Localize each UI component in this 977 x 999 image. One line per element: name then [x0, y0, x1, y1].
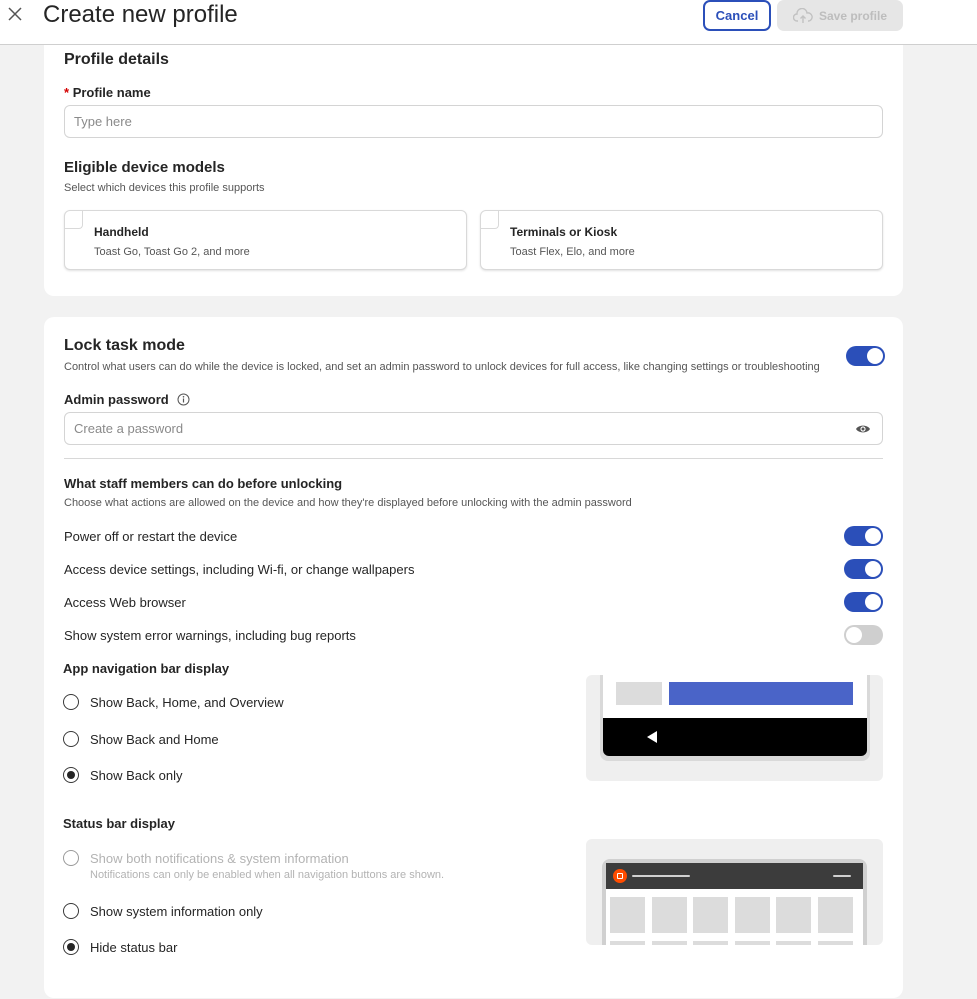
toggle-knob — [865, 528, 881, 544]
status-radio-hide[interactable] — [63, 939, 79, 955]
eligible-devices-heading: Eligible device models — [64, 159, 225, 176]
preview-tile — [610, 941, 645, 945]
admin-password-field-wrapper — [64, 412, 883, 445]
device-option-terminals-kiosk[interactable]: Terminals or Kiosk Toast Flex, Elo, and … — [480, 210, 883, 270]
info-icon[interactable] — [177, 393, 190, 406]
nav-radio-back-home[interactable] — [63, 731, 79, 747]
back-triangle-icon — [647, 731, 657, 743]
toast-logo-icon — [613, 869, 627, 883]
staff-action-label: Show system error warnings, including bu… — [64, 628, 356, 643]
profile-name-label: * Profile name — [64, 85, 151, 100]
device-frame — [600, 675, 870, 761]
toggle-knob — [865, 594, 881, 610]
staff-action-label: Access device settings, including Wi-fi,… — [64, 562, 415, 577]
section-divider — [64, 458, 883, 459]
nav-bar-heading: App navigation bar display — [63, 661, 230, 676]
status-line-left — [632, 875, 690, 877]
staff-action-label: Power off or restart the device — [64, 529, 238, 544]
status-radio-system-only[interactable] — [63, 903, 79, 919]
tablet-frame — [602, 859, 867, 945]
admin-password-input[interactable] — [65, 413, 882, 444]
required-mark: * — [64, 85, 70, 100]
preview-tile — [776, 941, 811, 945]
preview-tile — [735, 897, 770, 933]
preview-tile — [652, 941, 687, 945]
preview-tile — [610, 897, 645, 933]
preview-tile — [693, 897, 728, 933]
save-profile-button[interactable]: Save profile — [777, 0, 903, 31]
staff-actions-heading: What staff members can do before unlocki… — [64, 476, 343, 491]
nav-option-label[interactable]: Show Back only — [90, 768, 183, 783]
toggle-knob — [867, 348, 883, 364]
toggle-knob — [865, 561, 881, 577]
preview-tile — [652, 897, 687, 933]
cancel-button[interactable]: Cancel — [703, 0, 771, 31]
preview-status-bar — [606, 863, 863, 889]
save-profile-label: Save profile — [818, 8, 888, 23]
status-radio-both — [63, 850, 79, 866]
nav-radio-back-only[interactable] — [63, 767, 79, 783]
toggle-knob — [846, 627, 862, 643]
admin-password-label-text: Admin password — [64, 392, 169, 407]
terminals-kiosk-title: Terminals or Kiosk — [510, 225, 618, 239]
staff-action-label: Access Web browser — [64, 595, 186, 610]
eye-icon[interactable] — [855, 423, 871, 435]
preview-tile — [693, 941, 728, 945]
nav-bar-preview — [586, 675, 883, 781]
status-option-label[interactable]: Show system information only — [90, 904, 263, 919]
preview-nav-bar — [603, 718, 867, 756]
web-browser-toggle[interactable] — [844, 592, 883, 612]
staff-actions-subtitle: Choose what actions are allowed on the d… — [64, 497, 632, 509]
status-option-label[interactable]: Hide status bar — [90, 940, 177, 955]
lock-task-toggle[interactable] — [846, 346, 885, 366]
preview-tile — [776, 897, 811, 933]
profile-name-field-wrapper — [64, 105, 883, 138]
profile-details-heading: Profile details — [64, 51, 169, 68]
preview-tile — [735, 941, 770, 945]
close-icon[interactable] — [6, 5, 24, 23]
lock-task-description: Control what users can do while the devi… — [64, 361, 820, 373]
terminals-kiosk-checkbox[interactable] — [481, 211, 499, 229]
handheld-checkbox[interactable] — [65, 211, 83, 229]
nav-option-label[interactable]: Show Back and Home — [90, 732, 219, 747]
nav-option-label[interactable]: Show Back, Home, and Overview — [90, 695, 284, 710]
preview-block-blue — [669, 682, 853, 705]
lock-task-heading: Lock task mode — [64, 337, 185, 354]
status-option-note: Notifications can only be enabled when a… — [90, 869, 445, 881]
preview-tile — [818, 941, 853, 945]
status-line-right — [833, 875, 851, 877]
error-warnings-toggle[interactable] — [844, 625, 883, 645]
device-settings-toggle[interactable] — [844, 559, 883, 579]
page-title: Create new profile — [43, 1, 238, 28]
status-bar-preview — [586, 839, 883, 945]
profile-name-input[interactable] — [65, 106, 882, 137]
eligible-devices-subtitle: Select which devices this profile suppor… — [64, 182, 265, 194]
power-off-toggle[interactable] — [844, 526, 883, 546]
nav-radio-back-home-overview[interactable] — [63, 694, 79, 710]
handheld-title: Handheld — [94, 225, 149, 239]
preview-block-grey — [616, 682, 662, 705]
status-bar-heading: Status bar display — [63, 816, 175, 831]
tablet-screen — [606, 863, 863, 945]
device-screen — [603, 675, 867, 756]
cloud-upload-icon — [792, 7, 813, 23]
profile-name-label-text: Profile name — [72, 85, 151, 100]
admin-password-label: Admin password — [64, 392, 190, 407]
device-option-handheld[interactable]: Handheld Toast Go, Toast Go 2, and more — [64, 210, 467, 270]
toast-logo-mark — [617, 873, 623, 879]
status-option-label-disabled: Show both notifications & system informa… — [90, 851, 349, 866]
profile-details-card: Profile details * Profile name Eligible … — [44, 45, 903, 296]
preview-tile — [818, 897, 853, 933]
lock-task-card: Lock task mode Control what users can do… — [44, 317, 903, 998]
top-bar: Create new profile Cancel Save profile — [0, 0, 977, 45]
handheld-subtitle: Toast Go, Toast Go 2, and more — [94, 246, 250, 258]
terminals-kiosk-subtitle: Toast Flex, Elo, and more — [510, 246, 635, 258]
